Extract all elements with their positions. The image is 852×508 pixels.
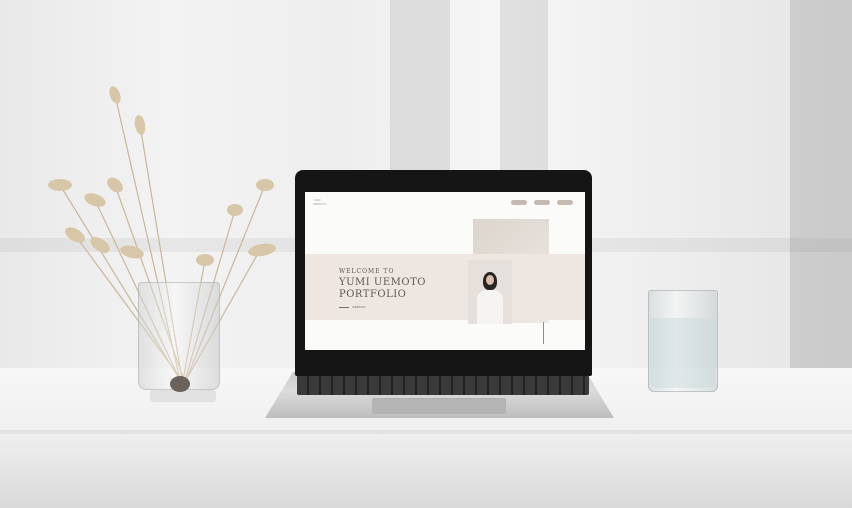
glass-vase xyxy=(138,282,220,390)
hero-title: YUMI UEMOTO PORTFOLIO xyxy=(339,277,426,301)
sub-label: WEBSITE xyxy=(352,305,366,309)
water xyxy=(650,318,715,388)
site-logo[interactable]: YUMI UEMOTO xyxy=(313,198,326,206)
hero-title-line1: YUMI UEMOTO xyxy=(339,277,426,288)
welcome-text: WELCOME TO xyxy=(339,268,395,275)
scroll-indicator xyxy=(543,322,544,344)
portrait-photo xyxy=(468,260,512,324)
desk-edge xyxy=(0,430,852,434)
binder-clip xyxy=(150,390,216,402)
sub-divider xyxy=(339,307,349,308)
window-shadow xyxy=(390,0,450,170)
hero-title-line2: PORTFOLIO xyxy=(339,289,407,300)
photo-scene: YUMI UEMOTO WELCOME TO YUMI UEMOTO PORTF… xyxy=(0,0,852,508)
nav-button-2[interactable] xyxy=(534,200,550,205)
laptop-screen: YUMI UEMOTO WELCOME TO YUMI UEMOTO PORTF… xyxy=(305,192,585,350)
laptop-trackpad xyxy=(372,398,506,414)
clip-knob xyxy=(170,376,190,392)
nav-button-1[interactable] xyxy=(511,200,527,205)
nav-button-3[interactable] xyxy=(557,200,573,205)
window-shadow xyxy=(500,0,548,170)
portrait-shirt xyxy=(477,290,503,324)
window-shadow xyxy=(790,0,852,368)
laptop-keyboard xyxy=(297,375,589,395)
portrait-face xyxy=(486,275,494,285)
